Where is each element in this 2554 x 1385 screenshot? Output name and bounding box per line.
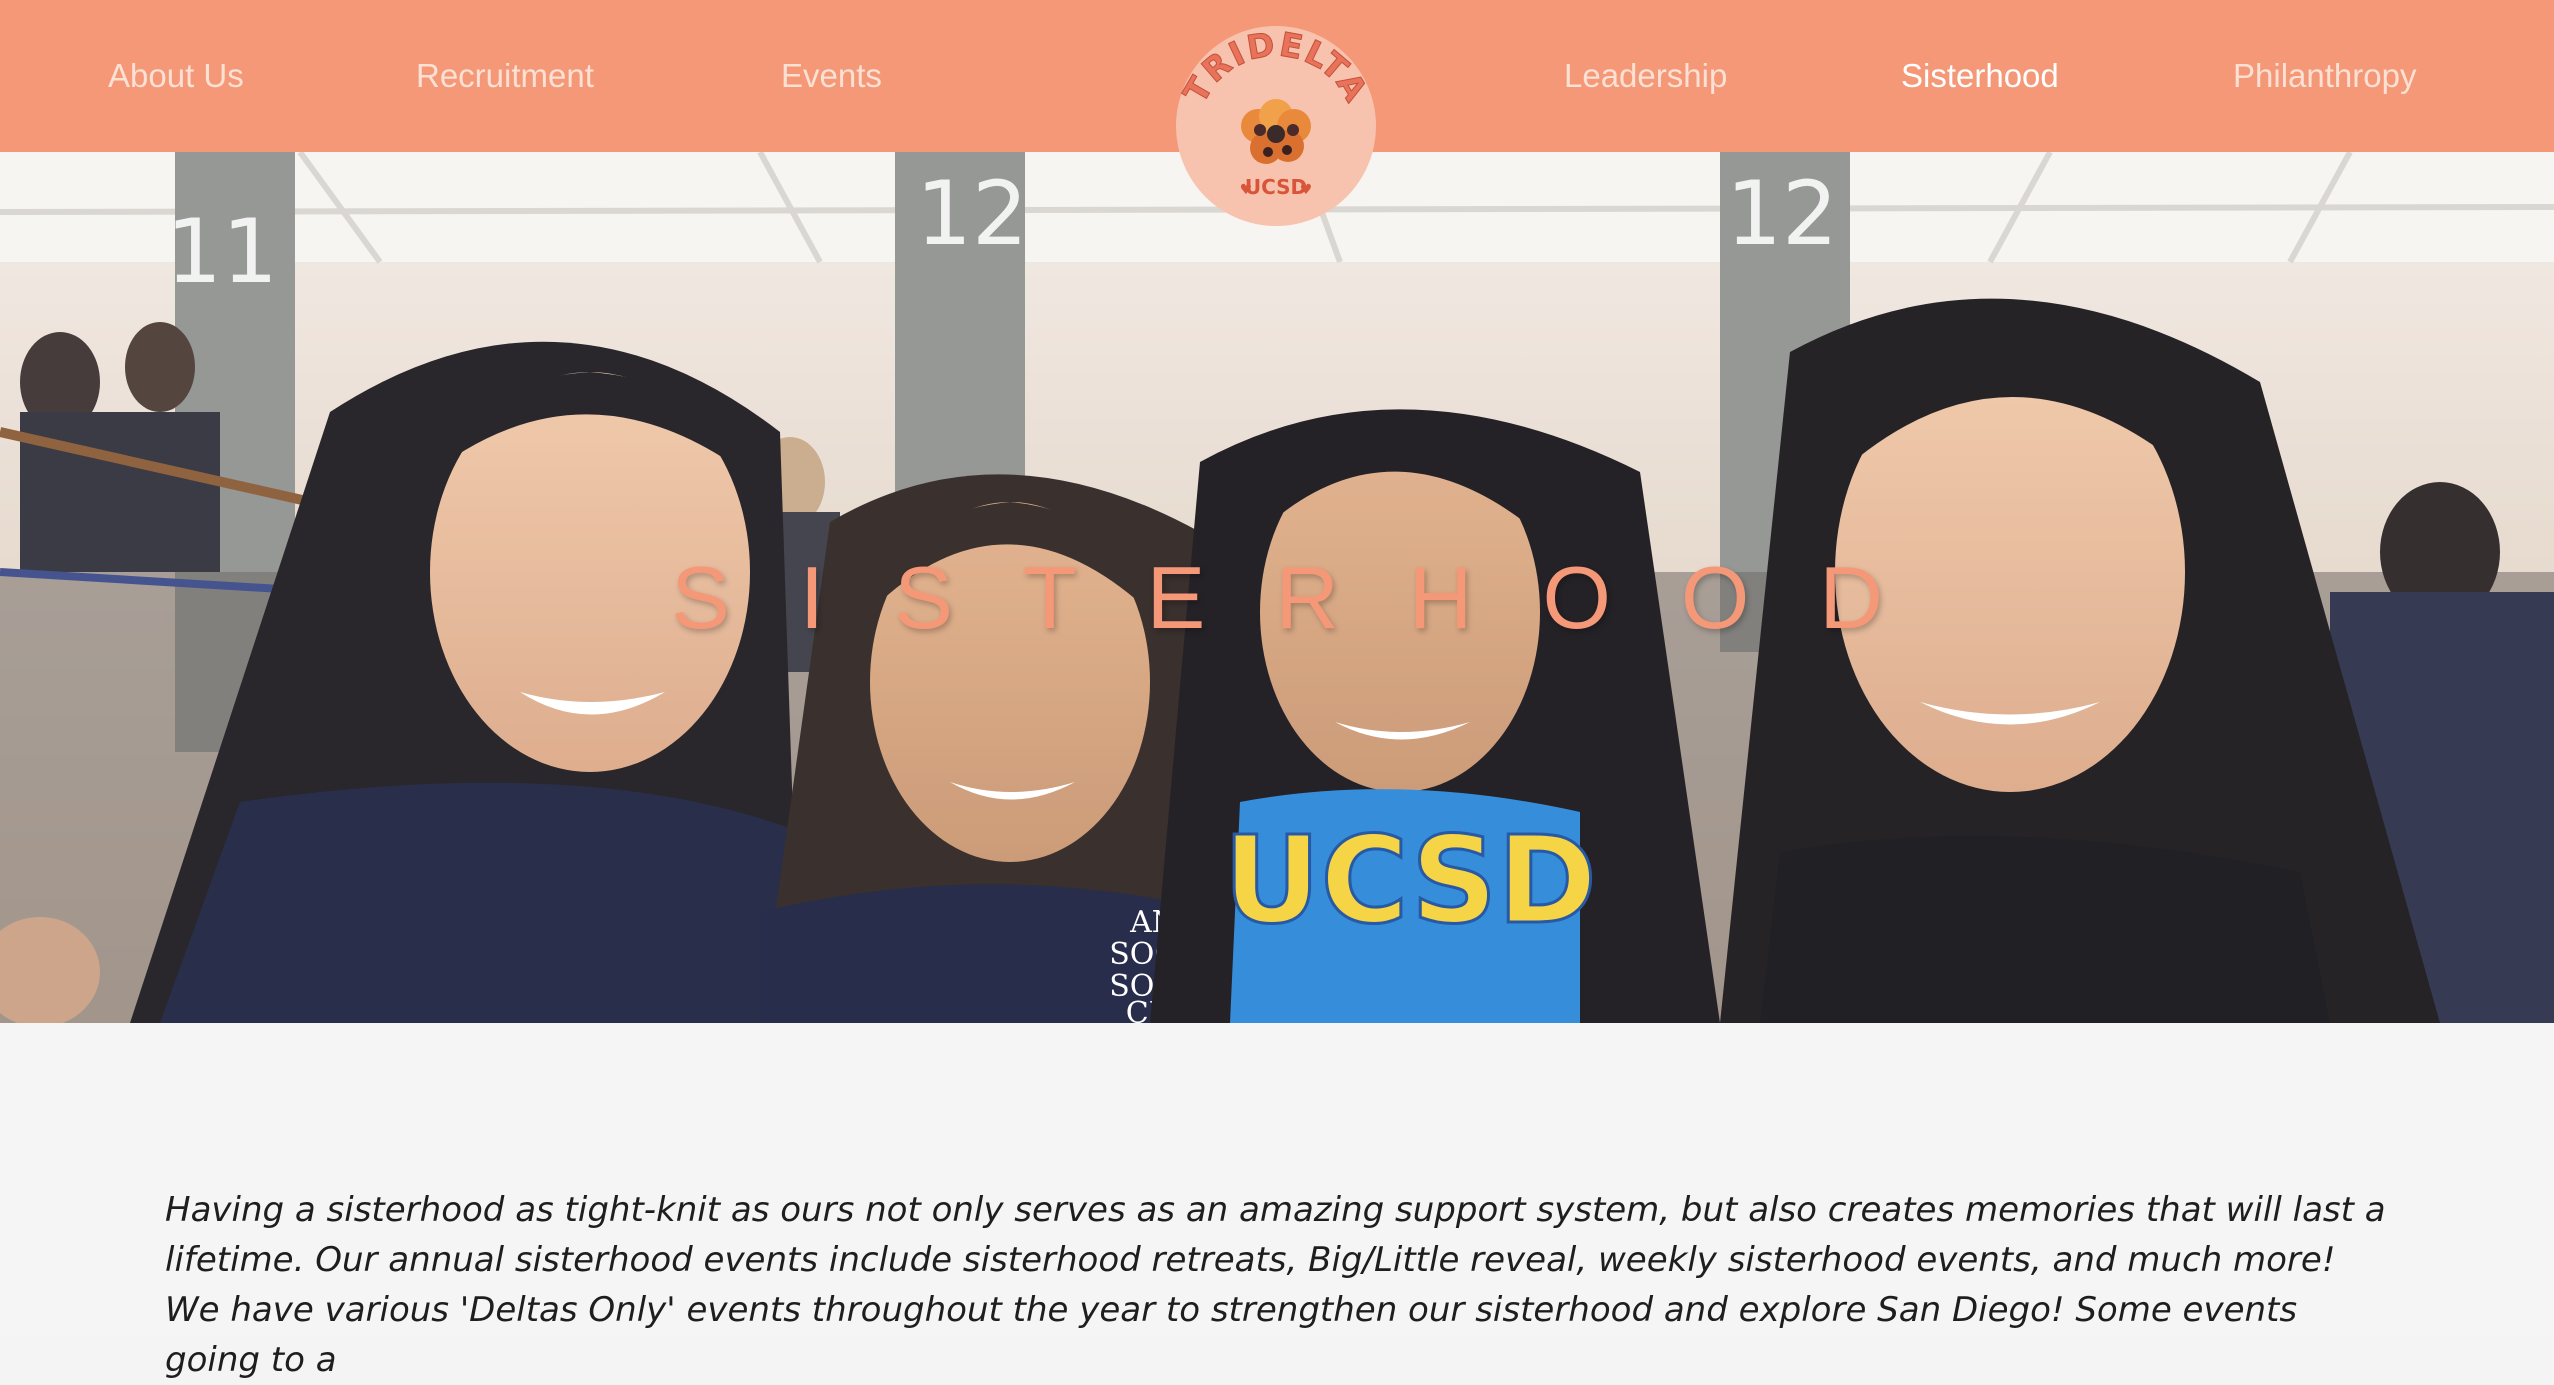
heart-icon: ♥ xyxy=(1240,182,1253,198)
svg-text:TRIDELTA: TRIDELTA xyxy=(1176,26,1376,110)
nav-link-recruitment[interactable]: Recruitment xyxy=(416,50,594,102)
tridelta-logo[interactable]: TRIDELTA UCSD ♥ ♥ xyxy=(1176,26,1376,226)
nav-link-events[interactable]: Events xyxy=(781,50,882,102)
content-section: Having a sisterhood as tight-knit as our… xyxy=(0,1023,2554,1380)
page-title: SISTERHOOD xyxy=(671,548,1953,647)
nav-link-sisterhood[interactable]: Sisterhood xyxy=(1901,50,2059,102)
sisterhood-description: Having a sisterhood as tight-knit as our… xyxy=(165,1190,2386,1380)
nav-link-philanthropy[interactable]: Philanthropy xyxy=(2233,50,2416,102)
heart-icon: ♥ xyxy=(1300,182,1313,198)
logo-graphic: TRIDELTA UCSD ♥ ♥ xyxy=(1176,26,1376,199)
logo-bottom-text: UCSD xyxy=(1245,175,1307,199)
nav-link-about-us[interactable]: About Us xyxy=(108,50,244,102)
hero-banner: 11 12 12 ANTI xyxy=(0,152,2554,1023)
logo-top-text: TRIDELTA xyxy=(1176,26,1375,110)
pansy-flowers-icon xyxy=(1241,99,1311,164)
nav-link-leadership[interactable]: Leadership xyxy=(1564,50,1727,102)
